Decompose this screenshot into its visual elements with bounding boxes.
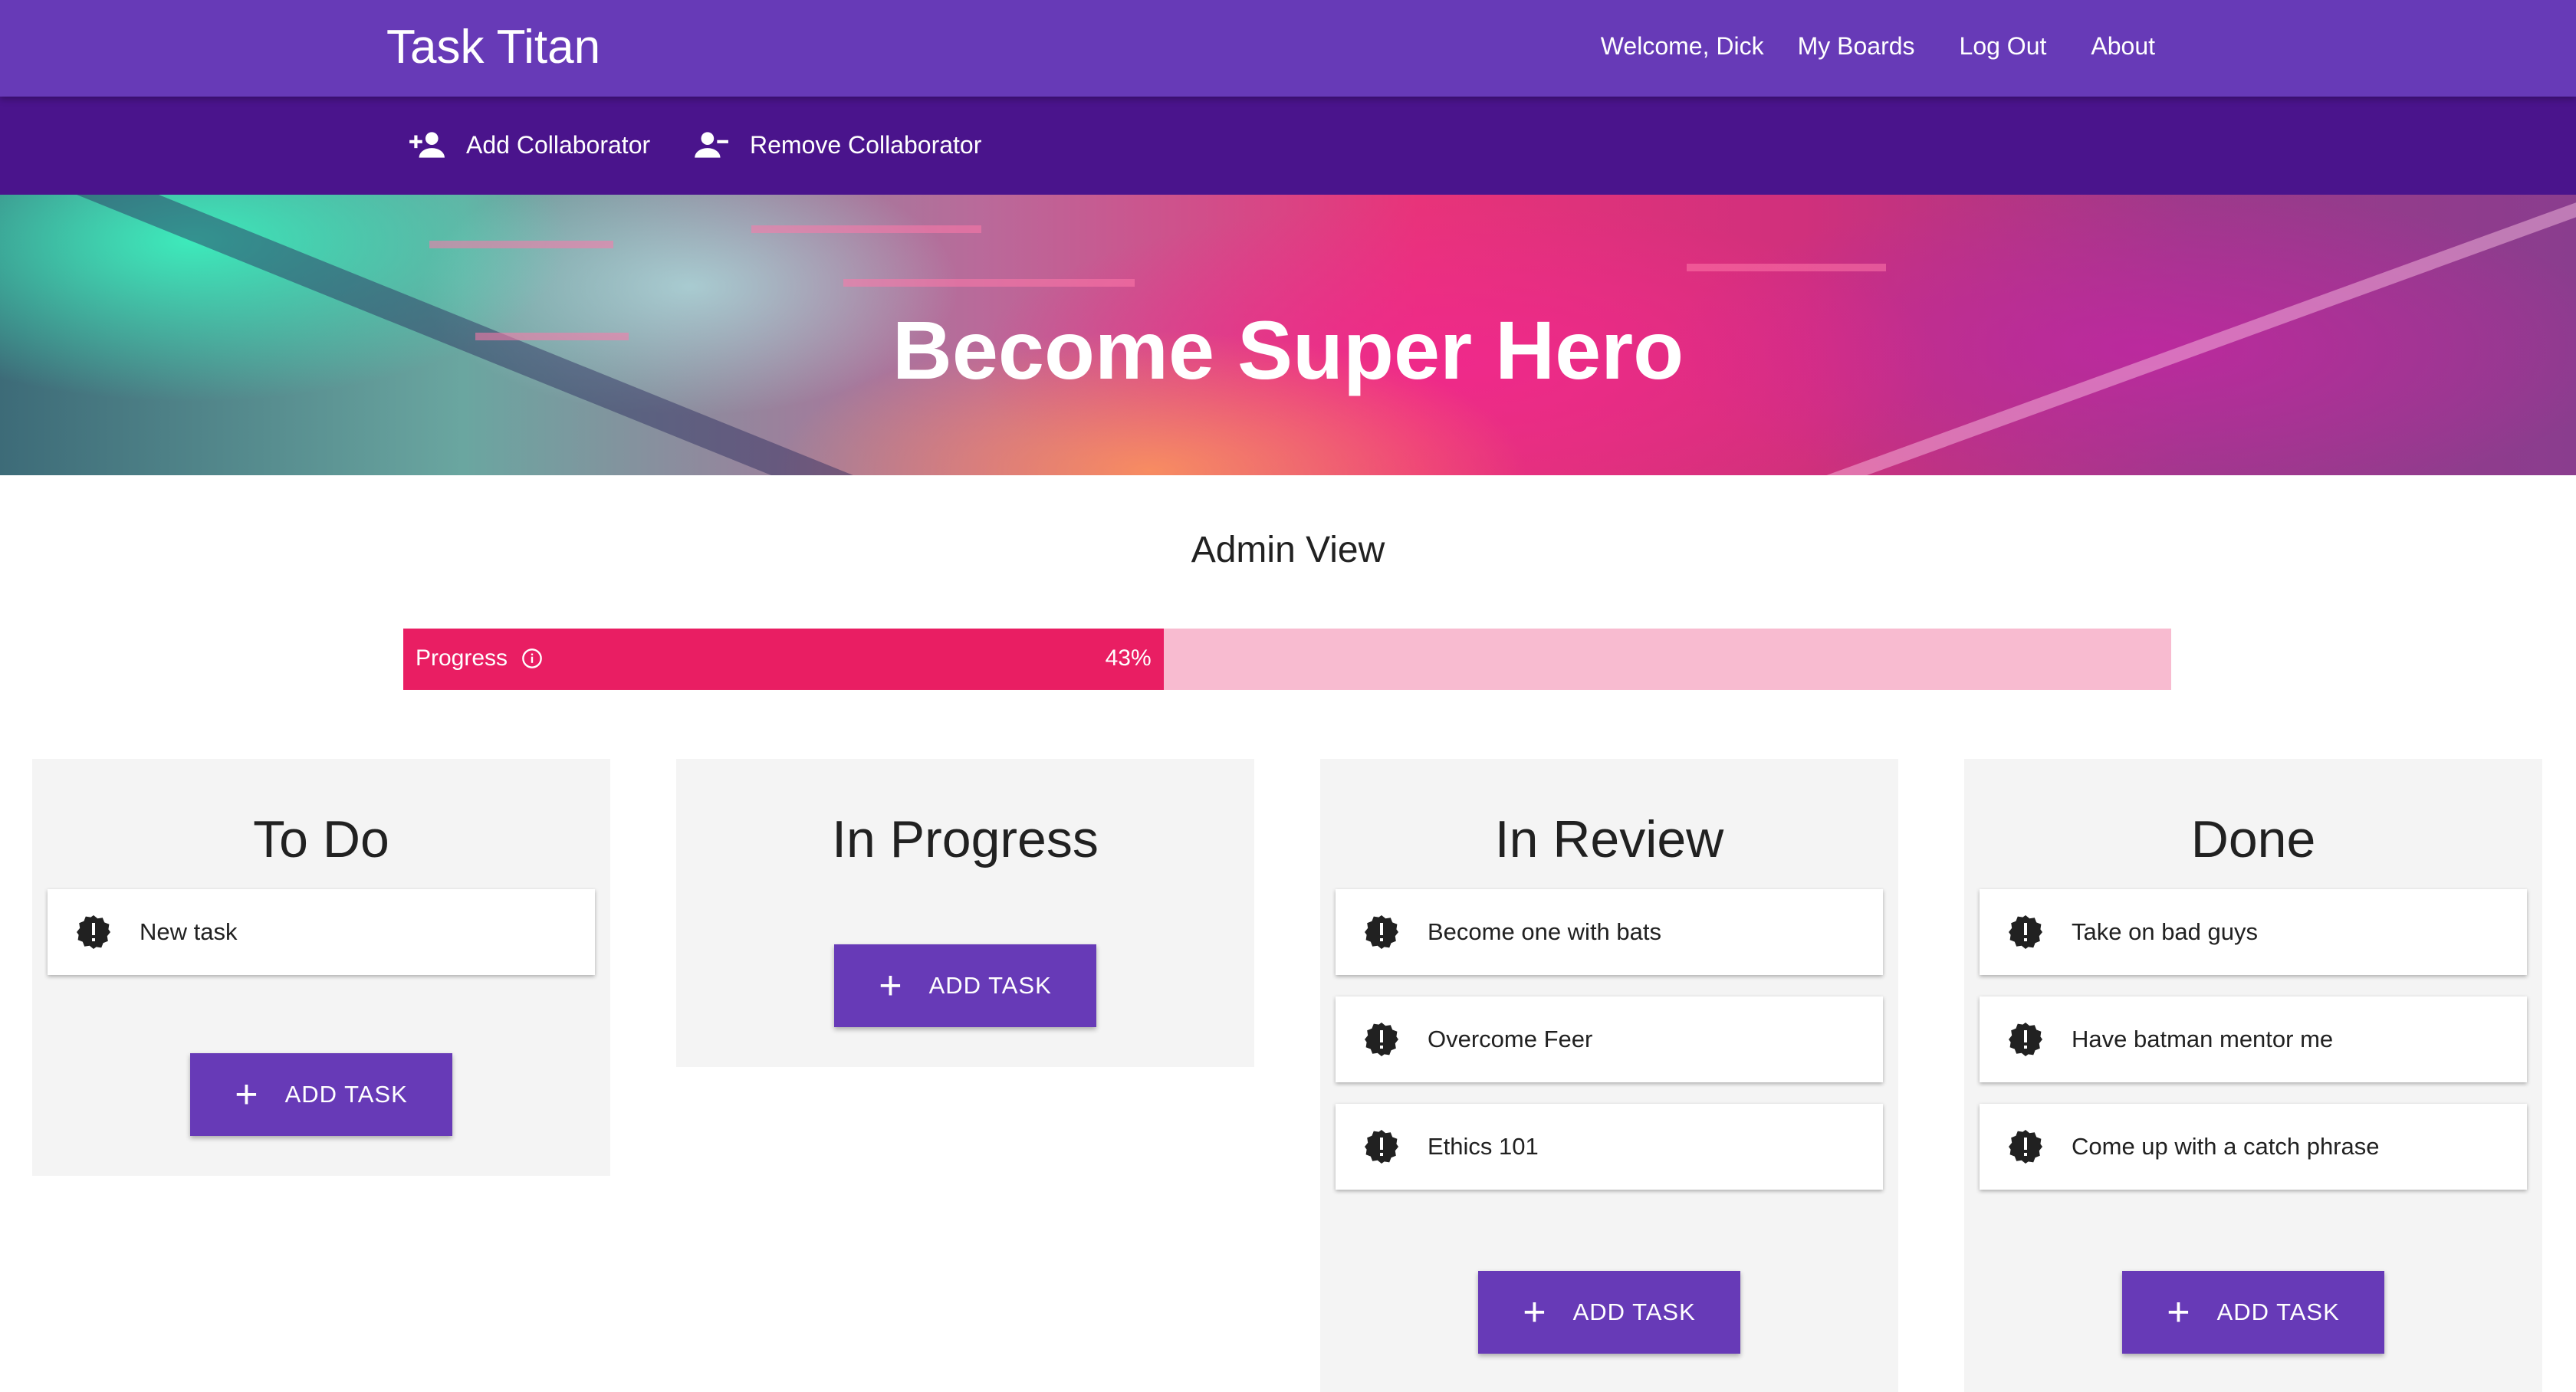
column-title: In Review	[1494, 810, 1724, 868]
progress-percent: 43%	[1105, 645, 1152, 671]
info-icon[interactable]	[521, 648, 543, 669]
task-card[interactable]: Take on bad guys	[1980, 889, 2527, 975]
column-done: Done Take on bad guys Have batman mentor…	[1964, 759, 2542, 1392]
app-title[interactable]: Task Titan	[386, 20, 600, 74]
progress-label: Progress	[416, 645, 508, 671]
banner-decoration	[429, 241, 613, 248]
about-link[interactable]: About	[2080, 32, 2166, 61]
top-nav: Welcome, Dick My Boards Log Out About	[1601, 32, 2166, 61]
task-card[interactable]: New task	[48, 889, 595, 975]
progress-label-group: Progress	[416, 645, 543, 671]
add-task-label: ADD TASK	[928, 972, 1052, 999]
task-card[interactable]: Overcome Feer	[1336, 996, 1883, 1082]
task-title: Ethics 101	[1428, 1133, 1539, 1160]
task-title: Have batman mentor me	[2072, 1026, 2334, 1052]
remove-collaborator-button[interactable]: Remove Collaborator	[692, 126, 981, 164]
plus-icon: +	[235, 1072, 259, 1117]
add-task-label: ADD TASK	[2216, 1298, 2340, 1325]
add-collaborator-label: Add Collaborator	[466, 130, 651, 159]
collaborator-toolbar: Add Collaborator Remove Collaborator	[0, 97, 2576, 195]
my-boards-link[interactable]: My Boards	[1787, 32, 1926, 61]
add-task-button[interactable]: + ADD TASK	[190, 1053, 452, 1136]
task-title: New task	[140, 918, 238, 945]
welcome-text: Welcome, Dick	[1600, 32, 1764, 60]
task-card[interactable]: Become one with bats	[1336, 889, 1883, 975]
new-releases-icon	[2009, 1023, 2042, 1056]
new-releases-icon	[77, 915, 110, 949]
new-releases-icon	[1365, 1023, 1398, 1056]
progress-bar: Progress 43%	[403, 629, 2171, 690]
task-title: Become one with bats	[1428, 918, 1662, 945]
new-releases-icon	[2009, 915, 2042, 949]
add-task-button[interactable]: + ADD TASK	[1478, 1271, 1740, 1354]
column-to-do: To Do New task + ADD TASK	[32, 759, 610, 1176]
board-banner: Become Super Hero	[0, 195, 2576, 475]
remove-collaborator-label: Remove Collaborator	[750, 130, 982, 159]
column-title: In Progress	[832, 810, 1099, 868]
person-remove-icon	[695, 132, 728, 158]
column-in-review: In Review Become one with bats Overcome …	[1320, 759, 1898, 1392]
page: Task Titan Welcome, Dick My Boards Log O…	[0, 0, 2576, 1392]
task-card[interactable]: Come up with a catch phrase	[1980, 1104, 2527, 1190]
task-title: Take on bad guys	[2072, 918, 2259, 945]
banner-decoration	[751, 225, 981, 233]
column-title: To Do	[253, 810, 389, 868]
add-task-label: ADD TASK	[1572, 1298, 1696, 1325]
log-out-link[interactable]: Log Out	[1949, 32, 2058, 61]
add-task-button[interactable]: + ADD TASK	[834, 944, 1096, 1027]
add-task-button[interactable]: + ADD TASK	[2122, 1271, 2384, 1354]
column-in-progress: In Progress + ADD TASK	[676, 759, 1254, 1067]
person-add-icon	[409, 132, 445, 158]
add-collaborator-button[interactable]: Add Collaborator	[408, 126, 650, 164]
column-title: Done	[2190, 810, 2316, 868]
new-releases-icon	[2009, 1130, 2042, 1164]
task-card[interactable]: Ethics 101	[1336, 1104, 1883, 1190]
task-title: Overcome Feer	[1428, 1026, 1593, 1052]
app-bar: Task Titan Welcome, Dick My Boards Log O…	[0, 0, 2576, 97]
new-releases-icon	[1365, 1130, 1398, 1164]
board-title: Become Super Hero	[892, 304, 1684, 396]
add-task-label: ADD TASK	[284, 1081, 408, 1108]
task-card[interactable]: Have batman mentor me	[1980, 996, 2527, 1082]
plus-icon: +	[1523, 1290, 1547, 1335]
banner-decoration	[843, 279, 1135, 287]
plus-icon: +	[879, 964, 903, 1008]
plus-icon: +	[2167, 1290, 2191, 1335]
banner-decoration	[1687, 264, 1886, 271]
new-releases-icon	[1365, 915, 1398, 949]
view-label: Admin View	[1191, 530, 1385, 570]
task-title: Come up with a catch phrase	[2072, 1133, 2380, 1160]
